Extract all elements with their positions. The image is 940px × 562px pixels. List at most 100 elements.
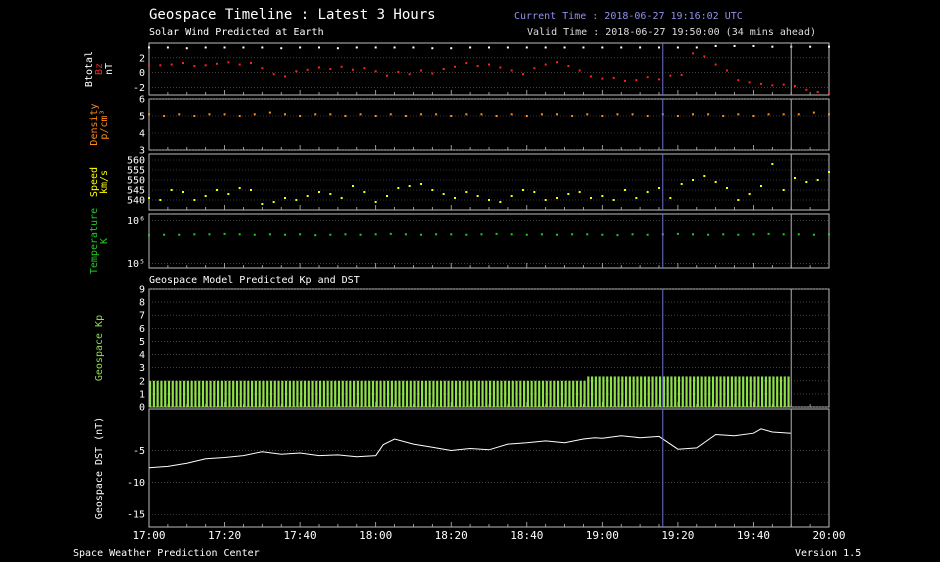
- kp-bar: [443, 380, 446, 407]
- data-point-temperature: [525, 233, 528, 236]
- data-point-btotal: [695, 46, 698, 49]
- data-point-speed: [306, 195, 309, 197]
- data-point-speed: [193, 199, 196, 201]
- y-tick-label: 0: [139, 403, 145, 414]
- data-point-temperature: [767, 232, 770, 235]
- kp-bar: [742, 376, 745, 407]
- data-point-btotal: [809, 45, 812, 48]
- y-tick-label: 1: [139, 389, 145, 400]
- data-point-temperature: [450, 233, 453, 236]
- kp-bar: [375, 380, 378, 407]
- kp-bar: [194, 380, 197, 407]
- data-point-btotal: [318, 46, 320, 49]
- data-point-bz: [782, 83, 785, 86]
- data-point-bz: [544, 63, 547, 66]
- data-point-bz: [556, 61, 558, 64]
- kp-bar: [360, 380, 363, 407]
- kp-bar: [213, 380, 216, 407]
- data-point-btotal: [355, 46, 358, 49]
- data-point-density: [435, 113, 438, 116]
- y-tick-label: 5: [139, 337, 145, 348]
- data-point-speed: [238, 187, 241, 189]
- data-point-temperature: [148, 234, 150, 237]
- y-tick-label: 2: [139, 376, 145, 387]
- data-point-btotal: [280, 47, 283, 50]
- y-tick-label: 10⁵: [127, 259, 145, 270]
- data-point-density: [344, 115, 347, 117]
- data-point-temperature: [631, 233, 634, 236]
- data-point-density: [676, 115, 679, 117]
- data-point-speed: [590, 197, 592, 199]
- data-point-bz: [590, 75, 592, 78]
- data-point-density: [178, 113, 181, 116]
- data-point-speed: [522, 189, 524, 191]
- kp-bar: [715, 376, 718, 407]
- data-point-density: [314, 113, 317, 116]
- panel-frame: [148, 153, 830, 211]
- x-tick-label: 20:00: [812, 529, 845, 542]
- kp-bar: [421, 380, 424, 407]
- data-point-btotal: [412, 46, 415, 49]
- y-tick-label: 6: [139, 95, 145, 106]
- data-point-density: [616, 113, 619, 116]
- kp-bar: [734, 376, 737, 407]
- data-point-btotal: [242, 46, 245, 49]
- kp-bar: [424, 380, 427, 407]
- data-point-speed: [692, 179, 694, 181]
- kp-bar: [156, 380, 159, 407]
- data-point-bz: [488, 63, 490, 66]
- data-point-density: [556, 113, 558, 116]
- data-point-temperature: [193, 233, 196, 236]
- data-point-density: [767, 113, 770, 116]
- data-point-temperature: [510, 233, 513, 236]
- kp-bar: [315, 380, 318, 407]
- data-point-density: [722, 115, 725, 117]
- kp-bar: [504, 380, 507, 407]
- data-point-speed: [760, 185, 762, 187]
- data-point-btotal: [563, 46, 566, 49]
- data-point-speed: [748, 193, 751, 195]
- data-point-density: [797, 113, 800, 116]
- kp-bar: [353, 380, 356, 407]
- data-point-bz: [261, 67, 264, 70]
- data-point-temperature: [480, 233, 483, 236]
- kp-bar: [334, 380, 337, 407]
- kp-bar: [693, 376, 696, 407]
- kp-bar: [530, 380, 533, 407]
- kp-bar: [451, 380, 454, 407]
- kp-bar: [413, 380, 416, 407]
- data-point-btotal: [166, 46, 169, 49]
- data-point-density: [495, 115, 498, 117]
- data-point-btotal: [450, 47, 453, 50]
- x-tick-label: 18:40: [510, 529, 543, 542]
- data-point-bz: [476, 65, 479, 68]
- data-point-density: [782, 113, 785, 116]
- data-point-density: [571, 115, 574, 117]
- data-point-temperature: [238, 233, 241, 236]
- kp-bar: [224, 380, 227, 407]
- data-point-speed: [510, 195, 513, 197]
- data-point-speed: [601, 195, 604, 197]
- kp-bar: [417, 380, 420, 407]
- kp-bar: [228, 380, 231, 407]
- dst-line: [148, 428, 792, 469]
- kp-bar: [470, 380, 473, 407]
- data-point-temperature: [268, 233, 271, 236]
- data-point-temperature: [465, 233, 468, 236]
- data-point-bz: [635, 79, 638, 82]
- x-tick-label: 17:20: [208, 529, 241, 542]
- data-point-speed: [476, 195, 479, 197]
- data-point-temperature: [812, 233, 815, 236]
- kp-bar: [368, 380, 371, 407]
- kp-bar: [409, 380, 412, 407]
- y-tick-label: 540: [127, 196, 145, 207]
- data-point-density: [601, 115, 604, 117]
- kp-bar: [171, 380, 174, 407]
- kp-bar: [300, 380, 303, 407]
- data-point-btotal: [336, 47, 339, 50]
- kp-bar: [175, 380, 178, 407]
- data-point-bz: [567, 65, 570, 68]
- kp-bar: [783, 376, 786, 407]
- kp-bar: [557, 380, 560, 407]
- data-point-density: [374, 115, 377, 117]
